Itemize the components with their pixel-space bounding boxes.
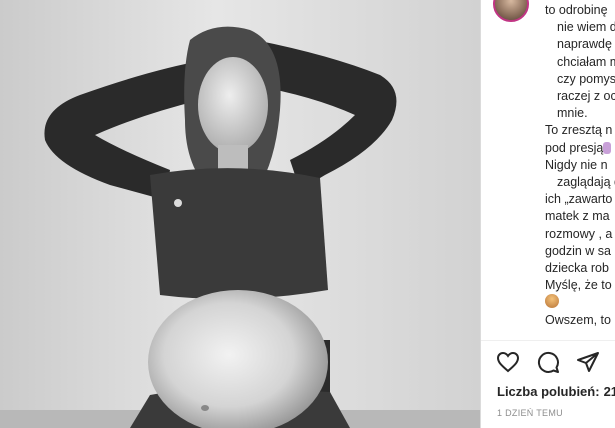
heart-icon[interactable] bbox=[495, 349, 521, 375]
post-details-panel: to odrobinę nie wiem dl naprawdę n chcia… bbox=[480, 0, 615, 428]
caption-line: to odrobinę bbox=[545, 3, 608, 17]
paper-plane-icon[interactable] bbox=[575, 349, 601, 375]
caption-line: Nigdy nie n bbox=[545, 157, 608, 172]
caption-line: matek z ma bbox=[545, 209, 610, 224]
photo-illustration bbox=[0, 0, 480, 428]
caption-line: pod presją bbox=[545, 140, 615, 157]
caption-line: ich „zawarto bbox=[545, 192, 613, 207]
caption-line: nie wiem dl bbox=[557, 20, 615, 35]
caption-line bbox=[545, 294, 615, 311]
caption-line: raczej z ocz bbox=[557, 89, 615, 104]
caption-line: godzin w sa bbox=[545, 243, 612, 258]
post-timestamp[interactable]: 1 DZIEŃ TEMU bbox=[497, 408, 563, 418]
caption-line-text: pod presją bbox=[545, 140, 604, 155]
caption-line: Owszem, to bbox=[545, 312, 611, 327]
comment-icon[interactable] bbox=[535, 349, 561, 375]
emoji-icon bbox=[603, 141, 612, 154]
caption-line: zaglądają d bbox=[557, 175, 615, 190]
post-photo[interactable] bbox=[0, 0, 480, 428]
caption-line: chciałam m bbox=[557, 54, 615, 69]
likes-count: 21 bbox=[603, 384, 615, 399]
caption-line: To zresztą n bbox=[545, 123, 613, 138]
post-actions bbox=[495, 349, 601, 375]
likes-summary[interactable]: Liczba polubień:21 bbox=[497, 384, 615, 399]
caption-line: dziecka rob bbox=[545, 261, 609, 276]
divider bbox=[481, 340, 615, 341]
caption-line: czy pomysł bbox=[557, 71, 615, 86]
caption-line: rozmowy , a bbox=[545, 226, 613, 241]
caption-line: mnie. bbox=[557, 106, 588, 121]
person-emoji-icon bbox=[545, 294, 559, 309]
author-avatar[interactable] bbox=[493, 0, 529, 22]
likes-label: Liczba polubień: bbox=[497, 384, 600, 399]
caption-line: naprawdę n bbox=[557, 37, 615, 52]
post-caption: to odrobinę nie wiem dl naprawdę n chcia… bbox=[545, 2, 615, 329]
caption-line: Myślę, że to bbox=[545, 278, 612, 293]
